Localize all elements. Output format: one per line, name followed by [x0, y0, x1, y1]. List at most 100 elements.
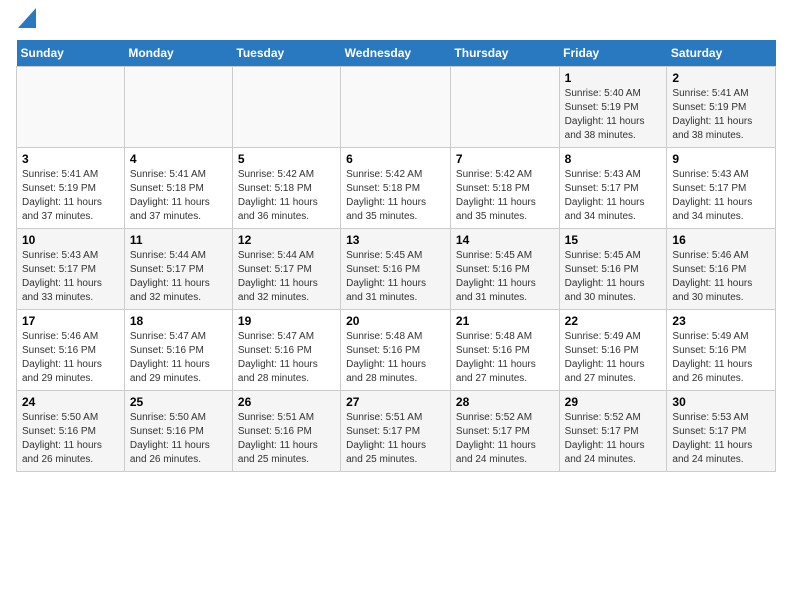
day-number: 16 — [672, 233, 770, 247]
calendar-week-row: 17 Sunrise: 5:46 AM Sunset: 5:16 PM Dayli… — [17, 310, 776, 391]
day-number: 10 — [22, 233, 119, 247]
calendar-cell: 2Sunrise: 5:41 AM Sunset: 5:19 PM Daylig… — [667, 67, 776, 148]
weekday-header-sunday: Sunday — [17, 40, 125, 67]
day-info: Sunrise: 5:43 AM Sunset: 5:17 PM Dayligh… — [672, 168, 770, 224]
calendar-header: SundayMondayTuesdayWednesdayThursdayFrid… — [17, 40, 776, 67]
calendar-cell: 1 Sunrise: 5:40 AM Sunset: 5:19 PM Daylig… — [559, 67, 667, 148]
day-number: 7 — [456, 152, 554, 166]
page-header — [16, 16, 776, 28]
day-number: 9 — [672, 152, 770, 166]
day-info: Sunrise: 5:49 AM Sunset: 5:16 PM Dayligh… — [672, 330, 770, 386]
day-number: 12 — [238, 233, 335, 247]
calendar-cell: 20 Sunrise: 5:48 AM Sunset: 5:16 PM Dayli… — [341, 310, 451, 391]
day-number: 21 — [456, 314, 554, 328]
calendar-cell — [450, 67, 559, 148]
day-info: Sunrise: 5:43 AM Sunset: 5:17 PM Dayligh… — [22, 249, 119, 305]
day-info: Sunrise: 5:48 AM Sunset: 5:16 PM Dayligh… — [346, 330, 445, 386]
day-number: 23 — [672, 314, 770, 328]
day-info: Sunrise: 5:48 AM Sunset: 5:16 PM Dayligh… — [456, 330, 554, 386]
day-info: Sunrise: 5:45 AM Sunset: 5:16 PM Dayligh… — [456, 249, 554, 305]
logo-text — [16, 16, 36, 28]
calendar-cell: 19 Sunrise: 5:47 AM Sunset: 5:16 PM Dayli… — [232, 310, 340, 391]
day-info: Sunrise: 5:50 AM Sunset: 5:16 PM Dayligh… — [22, 411, 119, 467]
day-number: 6 — [346, 152, 445, 166]
day-info: Sunrise: 5:42 AM Sunset: 5:18 PM Dayligh… — [238, 168, 335, 224]
day-info: Sunrise: 5:52 AM Sunset: 5:17 PM Dayligh… — [565, 411, 662, 467]
day-number: 4 — [130, 152, 227, 166]
calendar-week-row: 1 Sunrise: 5:40 AM Sunset: 5:19 PM Daylig… — [17, 67, 776, 148]
calendar-week-row: 24 Sunrise: 5:50 AM Sunset: 5:16 PM Dayli… — [17, 391, 776, 472]
calendar-cell: 4Sunrise: 5:41 AM Sunset: 5:18 PM Daylig… — [124, 148, 232, 229]
calendar-cell: 8Sunrise: 5:43 AM Sunset: 5:17 PM Daylig… — [559, 148, 667, 229]
weekday-header-thursday: Thursday — [450, 40, 559, 67]
header-row: SundayMondayTuesdayWednesdayThursdayFrid… — [17, 40, 776, 67]
calendar-cell: 14 Sunrise: 5:45 AM Sunset: 5:16 PM Dayli… — [450, 229, 559, 310]
calendar-cell: 13Sunrise: 5:45 AM Sunset: 5:16 PM Dayli… — [341, 229, 451, 310]
calendar-cell: 29Sunrise: 5:52 AM Sunset: 5:17 PM Dayli… — [559, 391, 667, 472]
calendar-cell — [124, 67, 232, 148]
calendar-body: 1 Sunrise: 5:40 AM Sunset: 5:19 PM Daylig… — [17, 67, 776, 472]
day-info: Sunrise: 5:46 AM Sunset: 5:16 PM Dayligh… — [22, 330, 119, 386]
day-number: 18 — [130, 314, 227, 328]
day-number: 14 — [456, 233, 554, 247]
day-info: Sunrise: 5:52 AM Sunset: 5:17 PM Dayligh… — [456, 411, 554, 467]
day-number: 15 — [565, 233, 662, 247]
logo-arrow-icon — [18, 8, 36, 28]
weekday-header-monday: Monday — [124, 40, 232, 67]
calendar-cell: 15 Sunrise: 5:45 AM Sunset: 5:16 PM Dayli… — [559, 229, 667, 310]
day-number: 26 — [238, 395, 335, 409]
day-info: Sunrise: 5:51 AM Sunset: 5:16 PM Dayligh… — [238, 411, 335, 467]
calendar-cell: 11 Sunrise: 5:44 AM Sunset: 5:17 PM Dayli… — [124, 229, 232, 310]
calendar-cell: 6 Sunrise: 5:42 AM Sunset: 5:18 PM Daylig… — [341, 148, 451, 229]
day-info: Sunrise: 5:45 AM Sunset: 5:16 PM Dayligh… — [346, 249, 445, 305]
day-info: Sunrise: 5:43 AM Sunset: 5:17 PM Dayligh… — [565, 168, 662, 224]
day-number: 17 — [22, 314, 119, 328]
calendar-cell: 23 Sunrise: 5:49 AM Sunset: 5:16 PM Dayli… — [667, 310, 776, 391]
calendar-cell: 21 Sunrise: 5:48 AM Sunset: 5:16 PM Dayli… — [450, 310, 559, 391]
day-number: 27 — [346, 395, 445, 409]
day-number: 2 — [672, 71, 770, 85]
calendar-week-row: 10 Sunrise: 5:43 AM Sunset: 5:17 PM Dayli… — [17, 229, 776, 310]
weekday-header-wednesday: Wednesday — [341, 40, 451, 67]
day-info: Sunrise: 5:45 AM Sunset: 5:16 PM Dayligh… — [565, 249, 662, 305]
day-info: Sunrise: 5:42 AM Sunset: 5:18 PM Dayligh… — [346, 168, 445, 224]
day-info: Sunrise: 5:41 AM Sunset: 5:19 PM Dayligh… — [22, 168, 119, 224]
day-info: Sunrise: 5:42 AM Sunset: 5:18 PM Dayligh… — [456, 168, 554, 224]
day-info: Sunrise: 5:46 AM Sunset: 5:16 PM Dayligh… — [672, 249, 770, 305]
day-number: 1 — [565, 71, 662, 85]
calendar-cell: 22 Sunrise: 5:49 AM Sunset: 5:16 PM Dayli… — [559, 310, 667, 391]
day-number: 20 — [346, 314, 445, 328]
weekday-header-saturday: Saturday — [667, 40, 776, 67]
calendar-cell: 3 Sunrise: 5:41 AM Sunset: 5:19 PM Daylig… — [17, 148, 125, 229]
day-info: Sunrise: 5:53 AM Sunset: 5:17 PM Dayligh… — [672, 411, 770, 467]
calendar-cell: 30 Sunrise: 5:53 AM Sunset: 5:17 PM Dayli… — [667, 391, 776, 472]
calendar-cell — [232, 67, 340, 148]
day-number: 30 — [672, 395, 770, 409]
calendar-week-row: 3 Sunrise: 5:41 AM Sunset: 5:19 PM Daylig… — [17, 148, 776, 229]
calendar-cell: 28Sunrise: 5:52 AM Sunset: 5:17 PM Dayli… — [450, 391, 559, 472]
day-info: Sunrise: 5:40 AM Sunset: 5:19 PM Dayligh… — [565, 87, 662, 143]
calendar-cell: 12Sunrise: 5:44 AM Sunset: 5:17 PM Dayli… — [232, 229, 340, 310]
calendar-cell: 26 Sunrise: 5:51 AM Sunset: 5:16 PM Dayli… — [232, 391, 340, 472]
weekday-header-friday: Friday — [559, 40, 667, 67]
day-number: 19 — [238, 314, 335, 328]
calendar-cell: 18Sunrise: 5:47 AM Sunset: 5:16 PM Dayli… — [124, 310, 232, 391]
day-info: Sunrise: 5:44 AM Sunset: 5:17 PM Dayligh… — [130, 249, 227, 305]
day-info: Sunrise: 5:47 AM Sunset: 5:16 PM Dayligh… — [238, 330, 335, 386]
calendar-cell: 7 Sunrise: 5:42 AM Sunset: 5:18 PM Daylig… — [450, 148, 559, 229]
calendar-cell: 25Sunrise: 5:50 AM Sunset: 5:16 PM Dayli… — [124, 391, 232, 472]
weekday-header-tuesday: Tuesday — [232, 40, 340, 67]
day-number: 25 — [130, 395, 227, 409]
calendar-table: SundayMondayTuesdayWednesdayThursdayFrid… — [16, 40, 776, 472]
day-number: 22 — [565, 314, 662, 328]
logo — [16, 16, 36, 28]
day-number: 3 — [22, 152, 119, 166]
calendar-cell — [341, 67, 451, 148]
day-number: 11 — [130, 233, 227, 247]
calendar-cell: 16 Sunrise: 5:46 AM Sunset: 5:16 PM Dayli… — [667, 229, 776, 310]
calendar-cell: 24 Sunrise: 5:50 AM Sunset: 5:16 PM Dayli… — [17, 391, 125, 472]
day-number: 24 — [22, 395, 119, 409]
calendar-cell: 9 Sunrise: 5:43 AM Sunset: 5:17 PM Daylig… — [667, 148, 776, 229]
day-info: Sunrise: 5:49 AM Sunset: 5:16 PM Dayligh… — [565, 330, 662, 386]
calendar-cell — [17, 67, 125, 148]
